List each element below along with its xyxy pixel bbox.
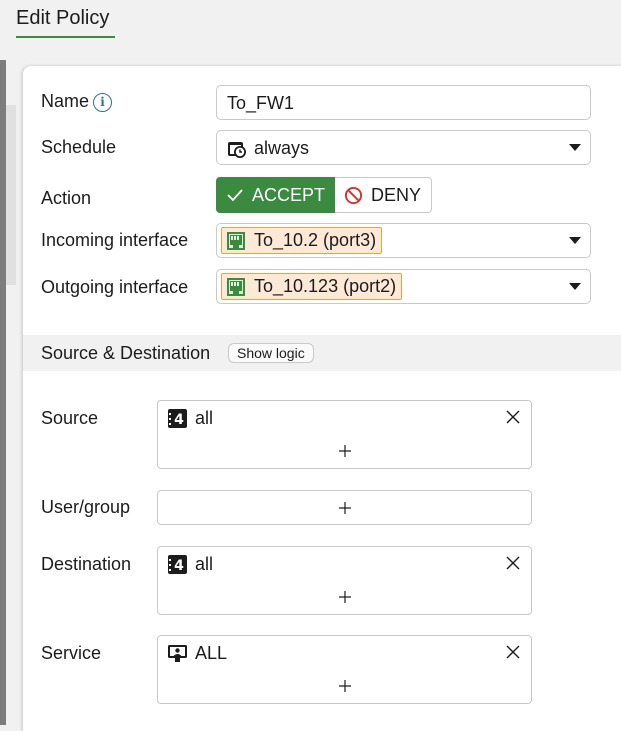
plus-icon[interactable] (338, 501, 352, 515)
close-icon[interactable] (506, 645, 520, 659)
source-label: Source (41, 408, 99, 428)
destination-label: Destination (41, 554, 132, 574)
incoming-interface-value: To_10.2 (port3) (254, 230, 377, 250)
incoming-interface-label: Incoming interface (41, 230, 189, 250)
ipv4-address-icon: 4 (168, 409, 187, 428)
plus-icon[interactable] (338, 444, 352, 458)
outgoing-interface-label: Outgoing interface (41, 277, 189, 297)
name-value: To_FW1 (227, 93, 295, 113)
user-group-field[interactable] (157, 490, 532, 525)
chevron-down-icon[interactable] (569, 283, 581, 290)
port-icon (227, 231, 245, 250)
destination-entry-label: all (195, 554, 214, 574)
incoming-interface-chip: To_10.2 (port3) (221, 227, 383, 254)
name-label: Name i (41, 91, 113, 112)
action-label: Action (41, 188, 92, 208)
service-icon (168, 645, 187, 662)
schedule-icon (228, 142, 246, 158)
service-entry-label: ALL (195, 643, 228, 663)
accept-label: ACCEPT (252, 184, 326, 205)
section-header: Source & Destination Show logic (23, 335, 621, 371)
source-entry-label: all (195, 408, 214, 428)
chevron-down-icon[interactable] (569, 144, 581, 151)
close-icon[interactable] (506, 410, 520, 424)
deny-label: DENY (371, 184, 422, 205)
svg-text:4: 4 (174, 558, 184, 574)
schedule-label: Schedule (41, 137, 117, 157)
no-entry-icon (344, 186, 363, 204)
show-logic-button[interactable]: Show logic (228, 343, 314, 363)
section-title: Source & Destination (41, 343, 211, 363)
outgoing-interface-value: To_10.123 (port2) (254, 276, 397, 296)
port-icon (227, 277, 245, 296)
info-icon[interactable]: i (93, 92, 113, 112)
outgoing-interface-chip: To_10.123 (port2) (221, 273, 403, 300)
ipv4-address-icon: 4 (168, 555, 187, 574)
edit-policy-panel: Name i To_FW1 Schedule always Action ACCE… (23, 66, 621, 731)
schedule-value: always (254, 138, 310, 158)
close-icon[interactable] (506, 556, 520, 570)
user-group-label: User/group (41, 497, 131, 517)
destination-entry: 4 all (168, 554, 213, 575)
source-entry: 4 all (168, 408, 213, 429)
schedule-select[interactable]: always (216, 130, 591, 165)
svg-text:4: 4 (174, 412, 184, 428)
service-entry: ALL (168, 643, 227, 664)
plus-icon[interactable] (338, 590, 352, 604)
name-input[interactable]: To_FW1 (216, 85, 591, 120)
chevron-down-icon[interactable] (569, 237, 581, 244)
accept-button[interactable]: ACCEPT (216, 177, 335, 213)
destination-field[interactable]: 4 all (157, 546, 532, 615)
plus-icon[interactable] (338, 679, 352, 693)
source-field[interactable]: 4 all (157, 400, 532, 469)
name-label-text: Name (41, 91, 90, 111)
title-bar: Edit Policy (0, 0, 621, 60)
page-title: Edit Policy (16, 7, 115, 38)
check-icon (227, 189, 243, 202)
service-field[interactable]: ALL (157, 635, 532, 704)
service-label: Service (41, 643, 102, 663)
background-edge-light (6, 105, 16, 285)
incoming-interface-select[interactable]: To_10.2 (port3) (216, 223, 591, 258)
outgoing-interface-select[interactable]: To_10.123 (port2) (216, 269, 591, 304)
deny-button[interactable]: DENY (335, 177, 432, 213)
